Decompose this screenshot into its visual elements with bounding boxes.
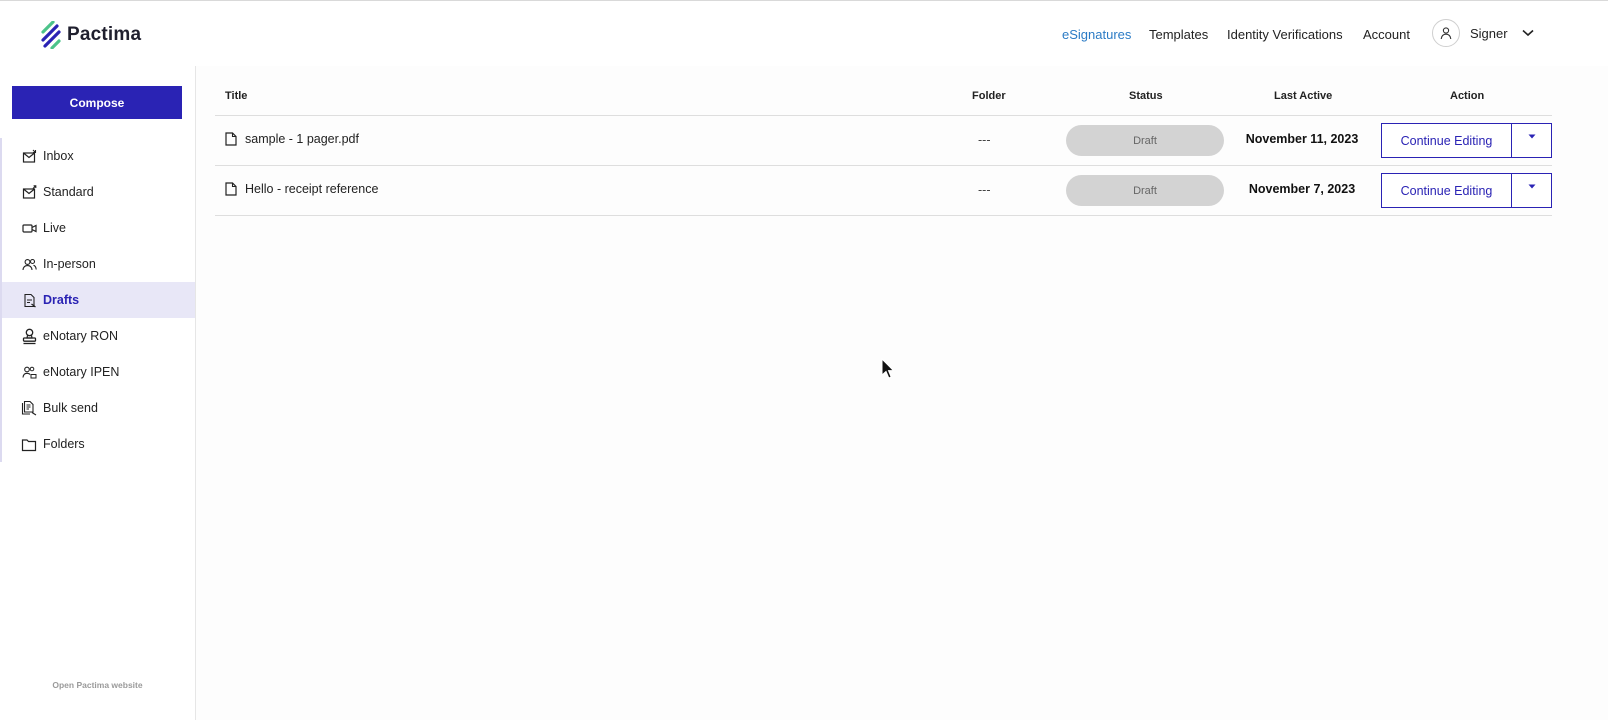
- compose-button[interactable]: Compose: [12, 86, 182, 119]
- user-icon: [1440, 27, 1452, 40]
- column-title: Title: [225, 90, 248, 102]
- continue-editing-button[interactable]: Continue Editing: [1382, 174, 1512, 207]
- app-logo[interactable]: Pactima: [40, 21, 141, 49]
- document-title-text: sample - 1 pager.pdf: [245, 132, 359, 146]
- document-icon: [225, 182, 237, 196]
- chevron-down-icon[interactable]: [1522, 29, 1534, 37]
- notary-person-icon: [21, 364, 37, 380]
- outbox-icon: [21, 184, 37, 200]
- draft-icon: [21, 292, 37, 308]
- folder-value: ---: [978, 133, 991, 147]
- sidebar-item-label: eNotary IPEN: [43, 365, 120, 379]
- sidebar-item-label: Live: [43, 221, 66, 235]
- action-dropdown-button[interactable]: [1512, 174, 1551, 207]
- last-active-date: November 7, 2023: [1248, 182, 1356, 196]
- top-bar: Pactima eSignatures Templates Identity V…: [0, 0, 1608, 66]
- sidebar-item-label: eNotary RON: [43, 329, 119, 343]
- mouse-cursor-icon: [881, 358, 895, 379]
- stamp-icon: [21, 328, 37, 344]
- drafts-table: Title Folder Status Last Active Action s…: [215, 82, 1552, 216]
- app-name: Pactima: [67, 24, 142, 45]
- document-title[interactable]: Hello - receipt reference: [225, 182, 378, 196]
- table-row: Hello - receipt reference --- Draft Nove…: [215, 166, 1552, 216]
- nav-identity-verifications[interactable]: Identity Verifications: [1227, 27, 1343, 42]
- action-split-button: Continue Editing: [1381, 173, 1552, 208]
- folder-value: ---: [978, 183, 991, 197]
- open-website-link[interactable]: Open Pactima website: [0, 680, 195, 690]
- user-menu[interactable]: Signer: [1432, 19, 1534, 47]
- pactima-logo-icon: [41, 21, 61, 49]
- table-row: sample - 1 pager.pdf --- Draft November …: [215, 116, 1552, 166]
- sidebar-item-label: Bulk send: [43, 401, 98, 415]
- status-badge: Draft: [1066, 125, 1224, 156]
- sidebar-item-drafts[interactable]: Drafts: [2, 282, 195, 318]
- column-action: Action: [1450, 90, 1485, 102]
- status-badge: Draft: [1066, 175, 1224, 206]
- sidebar-item-in-person[interactable]: In-person: [2, 246, 195, 282]
- action-split-button: Continue Editing: [1381, 123, 1552, 158]
- sidebar-item-enotary-ipen[interactable]: eNotary IPEN: [2, 354, 195, 390]
- sidebar-item-enotary-ron[interactable]: eNotary RON: [2, 318, 195, 354]
- sidebar-item-label: Folders: [43, 437, 85, 451]
- document-title[interactable]: sample - 1 pager.pdf: [225, 132, 359, 146]
- table-header: Title Folder Status Last Active Action: [215, 82, 1552, 116]
- column-last-active: Last Active: [1274, 90, 1333, 102]
- sidebar-item-label: Inbox: [43, 149, 74, 163]
- continue-editing-button[interactable]: Continue Editing: [1382, 124, 1512, 157]
- user-role-label: Signer: [1470, 25, 1508, 41]
- nav-esignatures[interactable]: eSignatures: [1062, 27, 1131, 42]
- user-avatar: [1432, 19, 1460, 47]
- nav-templates[interactable]: Templates: [1149, 27, 1208, 42]
- last-active-date: November 11, 2023: [1245, 132, 1359, 146]
- document-title-text: Hello - receipt reference: [245, 182, 379, 196]
- sidebar-item-folders[interactable]: Folders: [2, 426, 195, 462]
- sidebar-nav: Inbox Standard Live In-person Drafts eNo…: [0, 138, 195, 462]
- caret-down-icon: [1528, 134, 1535, 139]
- sidebar-item-inbox[interactable]: Inbox: [2, 138, 195, 174]
- nav-account[interactable]: Account: [1363, 27, 1410, 42]
- sidebar-item-label: Standard: [43, 185, 94, 199]
- sidebar-item-live[interactable]: Live: [2, 210, 195, 246]
- sidebar: Compose Inbox Standard Live In-person Dr…: [0, 66, 196, 720]
- folder-icon: [21, 436, 37, 452]
- sidebar-item-bulk-send[interactable]: Bulk send: [2, 390, 195, 426]
- sidebar-item-label: Drafts: [43, 293, 80, 307]
- bulk-send-icon: [21, 400, 37, 416]
- inbox-icon: [21, 148, 37, 164]
- column-folder: Folder: [972, 90, 1006, 102]
- sidebar-item-label: In-person: [43, 257, 96, 271]
- action-dropdown-button[interactable]: [1512, 124, 1551, 157]
- document-icon: [225, 132, 237, 146]
- column-status: Status: [1129, 90, 1163, 102]
- sidebar-item-standard[interactable]: Standard: [2, 174, 195, 210]
- caret-down-icon: [1528, 184, 1535, 189]
- video-icon: [21, 220, 37, 236]
- users-icon: [21, 256, 37, 272]
